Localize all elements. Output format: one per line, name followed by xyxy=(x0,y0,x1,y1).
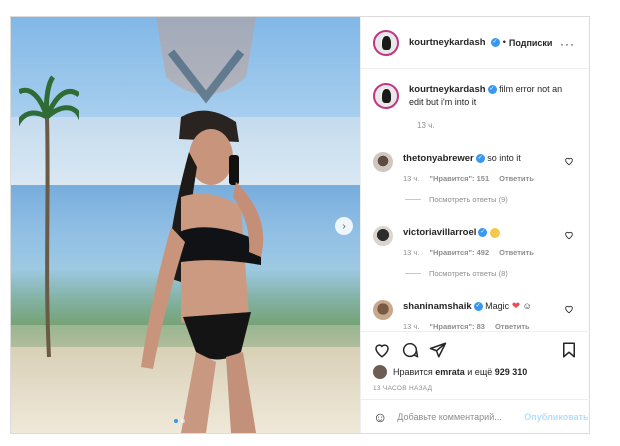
comment-likes[interactable]: "Нравится": 492 xyxy=(429,247,489,259)
emoji-picker-icon[interactable]: ☺ xyxy=(373,409,387,425)
caption-username[interactable]: kourtneykardash xyxy=(409,84,486,95)
more-horizontal-icon[interactable]: ··· xyxy=(560,37,575,51)
woman-figure-graphic xyxy=(141,110,264,433)
posted-time[interactable]: 13 ЧАСОВ НАЗАД xyxy=(373,385,432,392)
likes-prefix: Нравится xyxy=(393,367,433,377)
comments-list[interactable]: kourtneykardash ✓ film error not an edit … xyxy=(361,69,590,331)
verified-badge-icon: ✓ xyxy=(490,38,500,47)
comment-text: Magic xyxy=(485,301,510,311)
smiling-face-emoji-icon xyxy=(489,227,500,238)
publish-button[interactable]: Опубликовать xyxy=(524,412,588,422)
palm-tree-graphic xyxy=(19,75,79,357)
commenter-username[interactable]: thetonyabrewer xyxy=(403,153,474,164)
like-heart-icon[interactable] xyxy=(373,341,391,359)
comment-text: so into it xyxy=(487,153,521,163)
liker-avatar xyxy=(373,365,387,379)
face-emoji-icon: ☺ xyxy=(522,301,532,311)
post-actions-bar xyxy=(361,331,590,367)
commenter-avatar[interactable] xyxy=(373,226,393,246)
commenter-username[interactable]: victoriavillarroel xyxy=(403,227,476,238)
carousel-dot xyxy=(181,419,185,423)
bookmark-icon[interactable] xyxy=(560,341,578,359)
share-send-icon[interactable] xyxy=(429,341,447,359)
post-dialog: › kourtneykardash ✓ • Подписки ··· kourt… xyxy=(10,16,590,434)
verified-badge-icon: ✓ xyxy=(487,85,497,95)
post-photo[interactable]: › xyxy=(11,17,360,433)
comment-time[interactable]: 13 ч. xyxy=(403,173,419,185)
author-username[interactable]: kourtneykardash xyxy=(409,37,486,48)
comment-likes[interactable]: "Нравится": 151 xyxy=(429,173,489,185)
liker-username[interactable]: emrata xyxy=(435,367,465,377)
commenter-avatar[interactable] xyxy=(373,152,393,172)
verified-badge-icon: ✓ xyxy=(475,154,485,164)
reply-button[interactable]: Ответить xyxy=(499,173,534,185)
view-replies-button[interactable]: Посмотреть ответы (8) xyxy=(405,269,578,278)
likes-count[interactable]: 929 310 xyxy=(495,367,528,377)
commenter-avatar[interactable] xyxy=(373,300,393,320)
post-caption: kourtneykardash ✓ film error not an edit … xyxy=(373,83,578,109)
comment-bubble-icon[interactable] xyxy=(401,341,419,359)
ghost-figure-graphic xyxy=(156,17,256,104)
heart-outline-icon[interactable] xyxy=(564,304,574,314)
likes-suffix: и ещё xyxy=(467,367,493,377)
verified-badge-icon: ✓ xyxy=(473,302,483,312)
comment-likes[interactable]: "Нравится": 83 xyxy=(429,321,485,331)
comment-item: victoriavillarroel ✓ 13 ч. "Нравится": 49… xyxy=(373,226,578,259)
add-comment-bar: ☺ Опубликовать xyxy=(361,399,590,433)
author-avatar[interactable] xyxy=(373,29,399,56)
commenter-username[interactable]: shaninamshaik xyxy=(403,301,472,312)
comment-item: thetonyabrewer ✓ so into it 13 ч. "Нравит… xyxy=(373,152,578,185)
reply-button[interactable]: Ответить xyxy=(499,247,534,259)
caption-time[interactable]: 13 ч. xyxy=(417,121,578,130)
carousel-dot-active xyxy=(174,419,178,423)
carousel-indicator xyxy=(174,419,185,423)
carousel-next-button[interactable]: › xyxy=(335,217,353,235)
comment-time[interactable]: 13 ч. xyxy=(403,247,419,259)
view-replies-label: Посмотреть ответы (8) xyxy=(429,269,508,278)
reply-button[interactable]: Ответить xyxy=(495,321,530,331)
view-replies-button[interactable]: Посмотреть ответы (9) xyxy=(405,195,578,204)
post-side-panel: kourtneykardash ✓ • Подписки ··· kourtne… xyxy=(360,17,590,433)
heart-outline-icon[interactable] xyxy=(564,230,574,240)
chevron-right-icon: › xyxy=(342,220,346,232)
post-header: kourtneykardash ✓ • Подписки ··· xyxy=(361,17,589,69)
likes-summary[interactable]: Нравится emrata и ещё 929 310 xyxy=(373,365,527,379)
red-heart-emoji-icon: ❤ xyxy=(511,301,521,312)
follow-separator: • xyxy=(502,37,506,48)
following-button[interactable]: Подписки xyxy=(509,38,553,48)
replies-line xyxy=(405,273,421,274)
comment-item: shaninamshaik ✓ Magic ❤ ☺ 13 ч. "Нравится… xyxy=(373,300,578,331)
comment-input[interactable] xyxy=(397,411,515,422)
heart-outline-icon[interactable] xyxy=(564,156,574,166)
verified-badge-icon: ✓ xyxy=(478,228,488,238)
view-replies-label: Посмотреть ответы (9) xyxy=(429,195,508,204)
comment-time[interactable]: 13 ч. xyxy=(403,321,419,331)
replies-line xyxy=(405,199,421,200)
caption-avatar[interactable] xyxy=(373,83,399,109)
